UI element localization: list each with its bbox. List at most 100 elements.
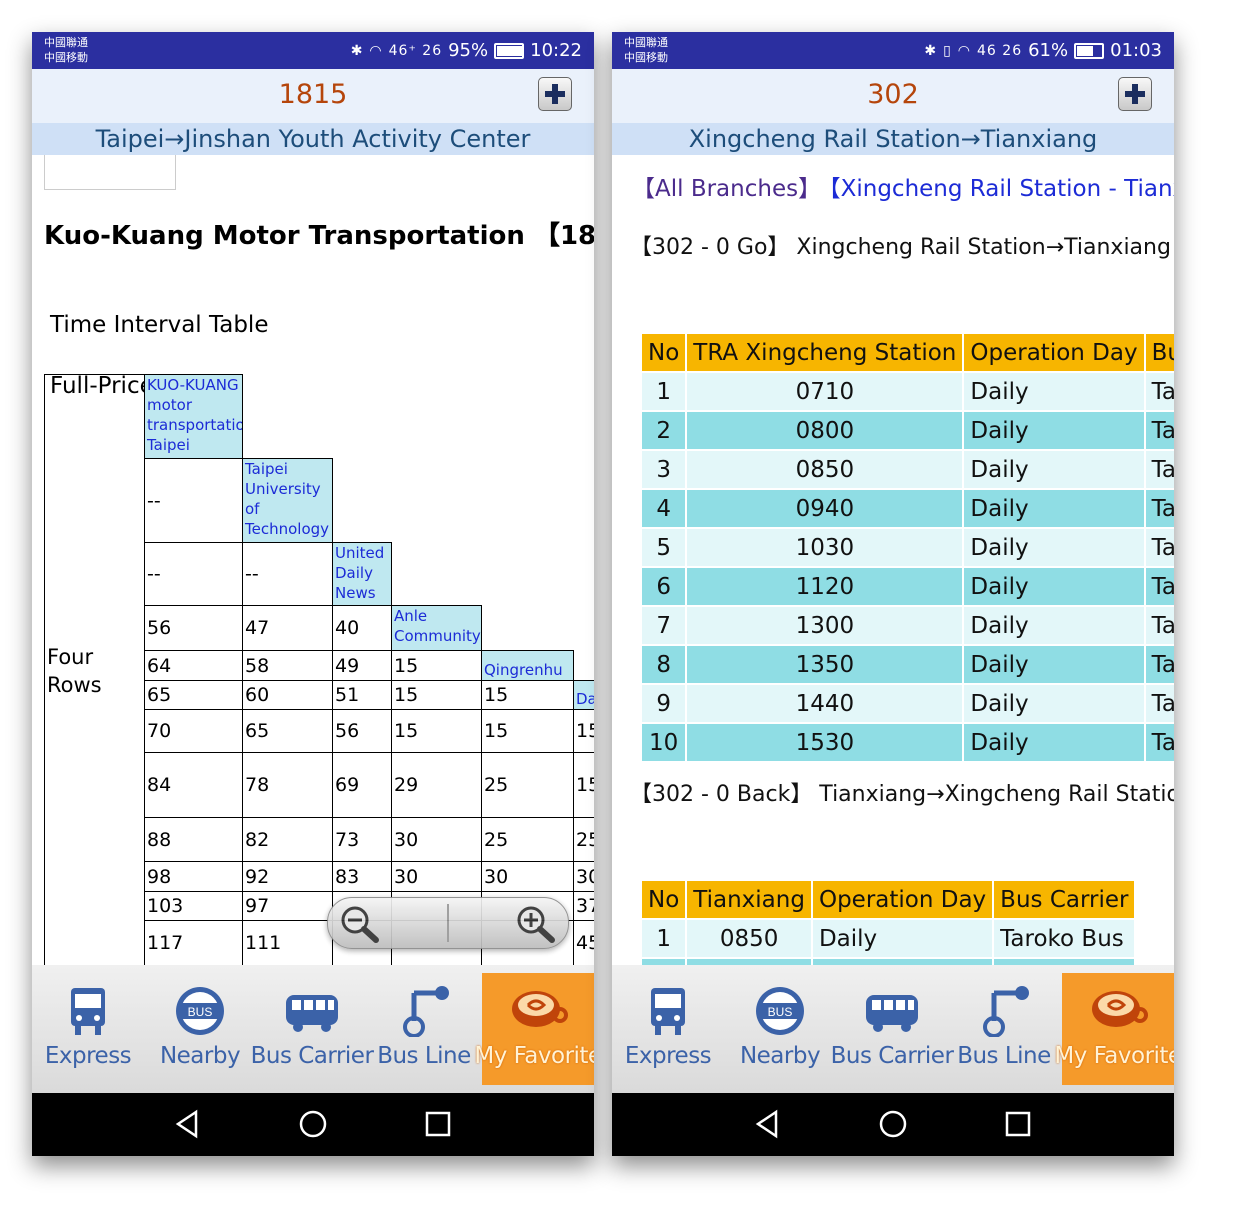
zoom-control bbox=[327, 897, 569, 949]
table-cell: Daily bbox=[962, 722, 1146, 763]
fare-cell: 88 bbox=[144, 817, 243, 862]
add-favorite-button[interactable] bbox=[538, 77, 572, 111]
table-row: 20940DailyTaroko Bus bbox=[639, 957, 1137, 965]
table-row: 61120DailyTarok bbox=[639, 566, 1174, 607]
stop-header[interactable]: Qingrenhu bbox=[481, 650, 574, 681]
back-icon[interactable] bbox=[752, 1109, 782, 1139]
table-cell: Taroko Bus bbox=[992, 918, 1137, 959]
nav-bus-line[interactable]: Bus Line bbox=[368, 973, 480, 1085]
table-cell: 5 bbox=[639, 527, 688, 568]
system-nav-bar bbox=[612, 1093, 1174, 1156]
table-cell: Daily bbox=[962, 527, 1146, 568]
table-cell: 1120 bbox=[685, 566, 965, 607]
fare-cell: -- bbox=[242, 542, 333, 606]
table-cell: Taroko Bus bbox=[992, 957, 1137, 965]
fare-cell: 15 bbox=[481, 709, 574, 753]
stop-header[interactable]: Taipei University of Technology bbox=[242, 458, 333, 543]
add-favorite-button[interactable] bbox=[1118, 77, 1152, 111]
column-header: Tianxiang bbox=[685, 879, 813, 920]
back-direction-title: 【302 - 0 Back】 Tianxiang→Xingcheng Rail … bbox=[630, 782, 1174, 807]
stop-header[interactable]: Anle Community bbox=[391, 605, 482, 651]
branch-links: 【All Branches】 【Xingcheng Rail Station - … bbox=[632, 169, 1174, 203]
fare-cell: 29 bbox=[391, 752, 482, 818]
fare-cell: 45 bbox=[573, 920, 594, 965]
wifi-icon: ◠ bbox=[957, 42, 972, 59]
bluetooth-icon: ✱ bbox=[924, 42, 938, 59]
fare-cell: 70 bbox=[144, 709, 243, 753]
fare-cell: 15 bbox=[391, 650, 482, 681]
route-line-icon bbox=[403, 986, 449, 1037]
table-cell: Tarok bbox=[1143, 566, 1174, 607]
fare-cell: 30 bbox=[391, 861, 482, 892]
go-direction-title: 【302 - 0 Go】 Xingcheng Rail Station→Tian… bbox=[630, 235, 1171, 260]
express-bus-icon bbox=[71, 988, 105, 1035]
fare-cell: 84 bbox=[144, 752, 243, 818]
nav-nearby[interactable]: BUS Nearby bbox=[144, 973, 256, 1085]
nav-bus-carrier[interactable]: Bus Carrier bbox=[831, 973, 954, 1085]
table-cell: Tarok bbox=[1143, 605, 1174, 646]
table-cell: 8 bbox=[639, 644, 688, 685]
route-line-icon bbox=[983, 986, 1029, 1037]
home-icon[interactable] bbox=[298, 1109, 328, 1139]
table-cell: Daily bbox=[810, 918, 995, 959]
status-indicators: ✱ ◠ 46⁺ 26 95% 10:22 bbox=[351, 32, 582, 69]
wifi-icon: ◠ bbox=[369, 42, 383, 59]
table-cell: 7 bbox=[639, 605, 688, 646]
table-header-row: NoTRA Xingcheng StationOperation DayBus … bbox=[639, 332, 1174, 373]
table-cell: 1530 bbox=[685, 722, 965, 763]
bus-badge-text: BUS bbox=[188, 1005, 213, 1019]
home-icon[interactable] bbox=[878, 1109, 908, 1139]
back-icon[interactable] bbox=[172, 1109, 202, 1139]
table-cell: Daily bbox=[962, 488, 1146, 529]
fare-cell: 83 bbox=[332, 861, 392, 892]
fare-cell: 92 bbox=[242, 861, 333, 892]
bus-carrier-icon bbox=[866, 995, 918, 1032]
fare-cell: -- bbox=[144, 542, 243, 606]
nav-my-favorite[interactable]: My Favorite bbox=[1054, 973, 1174, 1085]
table-cell: 0850 bbox=[685, 449, 965, 490]
zoom-out-icon[interactable] bbox=[338, 903, 382, 943]
carrier-2: 中國移動 bbox=[624, 51, 668, 64]
four-rows-label: Four Rows bbox=[47, 644, 102, 697]
fare-cell: 103 bbox=[144, 891, 243, 921]
clock: 10:22 bbox=[530, 40, 582, 61]
table-cell: 3 bbox=[639, 449, 688, 490]
table-cell: Tarok bbox=[1143, 488, 1174, 529]
table-cell: 9 bbox=[639, 683, 688, 724]
table-cell: Daily bbox=[962, 449, 1146, 490]
bus-stop-sign-icon: BUS bbox=[756, 987, 804, 1035]
fare-cell: 78 bbox=[242, 752, 333, 818]
nav-bus-line[interactable]: Bus Line bbox=[948, 973, 1060, 1085]
column-header: No bbox=[639, 879, 688, 920]
recent-apps-icon[interactable] bbox=[1003, 1109, 1033, 1139]
fare-cell: 97 bbox=[242, 891, 333, 921]
current-branch-link[interactable]: 【Xingcheng Rail Station - Tianxiang bbox=[829, 176, 1174, 202]
go-timetable: NoTRA Xingcheng StationOperation DayBus … bbox=[639, 332, 1174, 763]
table-row: 71300DailyTarok bbox=[639, 605, 1174, 646]
table-cell: Daily bbox=[962, 566, 1146, 607]
battery-level bbox=[1077, 45, 1093, 56]
nav-express[interactable]: Express bbox=[32, 973, 144, 1085]
table-cell: Tarok bbox=[1143, 722, 1174, 763]
nav-express[interactable]: Express bbox=[612, 973, 724, 1085]
nav-my-favorite[interactable]: My Favorite bbox=[474, 973, 594, 1085]
fare-cell: 65 bbox=[144, 680, 243, 710]
table-cell: 1300 bbox=[685, 605, 965, 646]
column-header: Operation Day bbox=[962, 332, 1146, 373]
stop-header[interactable]: Da bbox=[573, 680, 594, 710]
nav-bus-carrier[interactable]: Bus Carrier bbox=[251, 973, 374, 1085]
table-row: 51030DailyTarok bbox=[639, 527, 1174, 568]
table-cell: Daily bbox=[962, 605, 1146, 646]
stop-header[interactable]: KUO-KUANG motor transportation Taipei St… bbox=[144, 374, 243, 459]
table-cell: Tarok bbox=[1143, 527, 1174, 568]
signal-icon: 46 26 bbox=[977, 42, 1023, 59]
stop-header[interactable]: United Daily News bbox=[332, 542, 392, 606]
fare-cell: 73 bbox=[332, 817, 392, 862]
all-branches-link[interactable]: 【All Branches】 bbox=[632, 176, 821, 202]
zoom-in-icon[interactable] bbox=[514, 903, 558, 943]
column-header: Operation Day bbox=[810, 879, 995, 920]
nav-nearby[interactable]: BUS Nearby bbox=[724, 973, 836, 1085]
recent-apps-icon[interactable] bbox=[423, 1109, 453, 1139]
route-number: 302 bbox=[867, 79, 919, 110]
route-header: 302 bbox=[612, 69, 1174, 123]
